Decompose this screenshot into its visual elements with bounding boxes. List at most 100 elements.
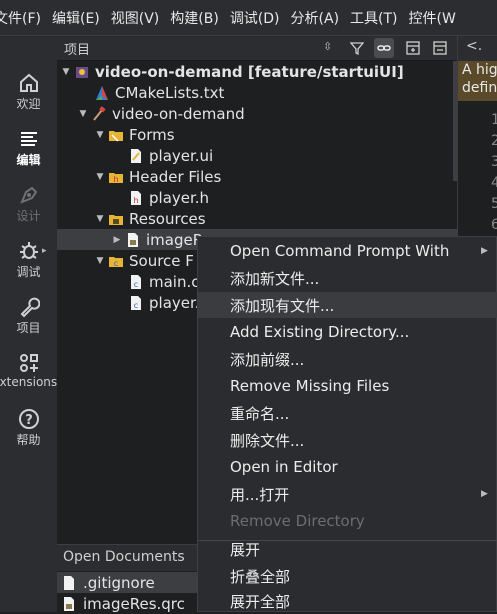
- editor-tooltip: A hig defin: [458, 61, 497, 101]
- tree-label: player.: [149, 293, 200, 312]
- menu-tools[interactable]: 工具(T): [350, 8, 397, 28]
- tree-row-cmakelists[interactable]: CMakeLists.txt: [57, 82, 495, 103]
- help-icon: ?: [18, 409, 39, 429]
- menu-edit[interactable]: 编辑(E): [52, 8, 100, 28]
- mode-design[interactable]: 设计: [0, 184, 57, 224]
- filter-icon: [350, 42, 364, 55]
- tree-label: Header Files: [129, 167, 222, 186]
- qrc-file-icon: [128, 232, 138, 247]
- menu-item-open-with[interactable]: 用...打开 ▶: [198, 481, 497, 507]
- cmake-icon: [96, 85, 108, 100]
- menu-item-add-prefix[interactable]: 添加前缀...: [198, 346, 497, 372]
- svg-text:?: ?: [25, 413, 33, 428]
- menu-build[interactable]: 构建(B): [170, 8, 219, 28]
- menu-item-label: 重命名...: [230, 404, 290, 423]
- expand-arrow-icon[interactable]: ▼: [95, 130, 105, 140]
- ui-file-icon: [131, 148, 141, 163]
- mode-design-label: 设计: [16, 209, 41, 223]
- tree-row-resources[interactable]: ▼ Resources: [57, 208, 495, 229]
- menu-debug[interactable]: 调试(D): [230, 8, 280, 28]
- link-icon: [377, 45, 391, 51]
- tree-row-player-ui[interactable]: player.ui: [57, 145, 497, 166]
- expand-arrow-icon[interactable]: ▼: [95, 214, 105, 224]
- line-number: 5: [491, 196, 497, 212]
- tree-label: Forms: [129, 125, 175, 144]
- mode-projects[interactable]: 项目: [0, 296, 57, 336]
- mode-edit[interactable]: 编辑: [0, 128, 57, 168]
- menu-item-remove-missing-files[interactable]: Remove Missing Files: [198, 373, 497, 399]
- mode-extensions[interactable]: Extensions: [0, 352, 57, 389]
- line-number: 2: [491, 133, 497, 149]
- menu-file[interactable]: 文件(F): [0, 8, 41, 28]
- menu-item-label: 折叠全部: [230, 567, 291, 586]
- menu-analyze[interactable]: 分析(A): [291, 8, 340, 28]
- svg-text:h: h: [113, 175, 118, 184]
- mode-help-label: 帮助: [16, 433, 41, 447]
- editor-nav-back[interactable]: <.: [466, 38, 482, 54]
- tree-row-player-h[interactable]: h player.h: [57, 187, 497, 208]
- tree-label: imageR: [146, 230, 204, 249]
- folder-header-icon: h: [109, 172, 123, 184]
- menu-item-add-existing-file[interactable]: 添加现有文件...: [198, 292, 497, 318]
- svg-text:c: c: [134, 301, 138, 310]
- folder-icon: [109, 130, 123, 142]
- mode-help[interactable]: ? 帮助: [0, 408, 57, 448]
- tree-label: CMakeLists.txt: [115, 83, 225, 102]
- filter-button[interactable]: [347, 38, 367, 58]
- header-file-icon: h: [131, 190, 141, 205]
- menu-item-open-in-editor[interactable]: Open in Editor: [198, 454, 497, 480]
- collapse-arrow-icon[interactable]: ▶: [112, 235, 122, 245]
- svg-text:c: c: [114, 259, 118, 268]
- mode-selector: 欢迎 编辑 设计 调试 ▸ 项目 Extensions ? 帮助: [0, 36, 57, 612]
- expand-arrow-icon[interactable]: ▼: [61, 67, 71, 77]
- close-panel-button[interactable]: [430, 38, 450, 58]
- menu-controls[interactable]: 控件(W: [409, 8, 456, 28]
- menu-item-expand[interactable]: 展开: [198, 536, 497, 562]
- menu-item-collapse-all[interactable]: 折叠全部: [198, 563, 497, 589]
- menu-item-delete-file[interactable]: 删除文件...: [198, 427, 497, 453]
- close-panel-icon: [433, 41, 447, 55]
- line-number: 3: [491, 154, 497, 170]
- text-file-icon: [64, 575, 74, 590]
- menu-item-remove-directory: Remove Directory: [198, 508, 497, 534]
- mode-projects-label: 项目: [16, 321, 41, 335]
- tree-label: video-on-demand [feature/startuiUI]: [95, 62, 404, 81]
- tree-row-forms[interactable]: ▼ Forms: [57, 124, 495, 145]
- cpp-file-icon: c: [131, 295, 141, 310]
- tree-label: video-on-demand: [112, 104, 245, 123]
- folder-resources-icon: [109, 214, 123, 225]
- expand-arrow-icon[interactable]: ▼: [78, 109, 88, 119]
- open-documents-title: Open Documents: [63, 549, 185, 565]
- mode-extensions-label: Extensions: [0, 375, 58, 389]
- mode-debug[interactable]: 调试 ▸: [0, 240, 57, 280]
- menu-item-label: Open in Editor: [230, 458, 338, 476]
- menu-item-label: 添加新文件...: [230, 269, 320, 288]
- menu-item-add-new-file[interactable]: 添加新文件...: [198, 265, 497, 291]
- expand-arrow-icon[interactable]: ▼: [95, 256, 105, 266]
- sort-updown-icon[interactable]: ⇳: [323, 40, 332, 53]
- line-number: 6: [491, 217, 497, 233]
- svg-text:h: h: [133, 196, 138, 205]
- link-editor-button[interactable]: [374, 38, 394, 58]
- project-panel-header: 项目 ⇳: [57, 36, 457, 61]
- menu-item-rename[interactable]: 重命名...: [198, 400, 497, 426]
- menu-view[interactable]: 视图(V): [111, 8, 160, 28]
- menu-item-add-existing-directory[interactable]: Add Existing Directory...: [198, 319, 497, 345]
- menu-item-label: Open Command Prompt With: [230, 242, 450, 260]
- split-button[interactable]: [403, 38, 423, 58]
- mode-welcome[interactable]: 欢迎: [0, 72, 57, 112]
- tree-row-project[interactable]: ▼ video-on-demand [feature/startuiUI]: [57, 61, 461, 82]
- mode-welcome-label: 欢迎: [16, 97, 41, 111]
- submenu-arrow-icon: ▶: [481, 489, 488, 499]
- mode-edit-label: 编辑: [16, 153, 41, 167]
- menu-item-open-command-prompt[interactable]: Open Command Prompt With ▶: [198, 238, 497, 264]
- folder-source-icon: c: [109, 256, 123, 268]
- tooltip-line: defin: [462, 80, 497, 96]
- cpp-file-icon: c: [131, 274, 141, 289]
- menu-item-expand-all[interactable]: 展开全部: [198, 590, 497, 612]
- split-add-icon: [406, 41, 420, 55]
- menu-item-label: 删除文件...: [230, 431, 305, 450]
- expand-arrow-icon[interactable]: ▼: [95, 172, 105, 182]
- tree-row-target[interactable]: ▼ video-on-demand: [57, 103, 478, 124]
- tree-row-header-files[interactable]: ▼ h Header Files: [57, 166, 495, 187]
